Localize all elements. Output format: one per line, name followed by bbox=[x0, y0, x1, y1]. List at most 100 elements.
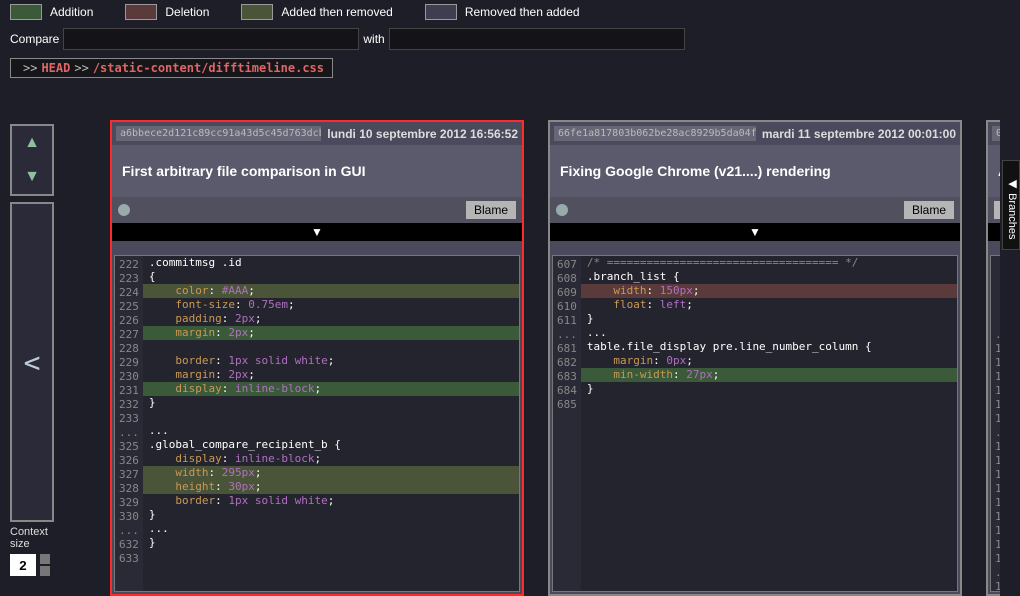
legend: Addition Deletion Added then removed Rem… bbox=[0, 0, 1020, 24]
meta-bar: Blame bbox=[112, 197, 522, 223]
nav-down-button[interactable]: ▼ bbox=[12, 160, 52, 194]
line-number: 224 bbox=[117, 286, 141, 300]
commits-scroller[interactable]: a6bbece2d121c89cc91a43d5c45d763dcbeaf248… bbox=[110, 120, 1000, 596]
code-line: .commitmsg .id bbox=[143, 256, 519, 270]
panel-header: 66fe1a817803b062be28ac8929b5da04fdf1440e… bbox=[550, 122, 960, 145]
breadcrumb: >> HEAD >> /static-content/difftimeline.… bbox=[10, 58, 333, 78]
expand-bar[interactable]: ▼ bbox=[988, 223, 1000, 241]
code-line bbox=[143, 340, 519, 354]
commit-title: Ac bbox=[988, 145, 1000, 197]
commit-sha[interactable]: 05bce bbox=[992, 126, 1000, 141]
compare-right-input[interactable] bbox=[389, 28, 685, 50]
swatch-removed-then-added bbox=[425, 4, 457, 20]
line-number: 92 bbox=[993, 272, 1000, 286]
code-line: ... bbox=[143, 424, 519, 438]
branches-tab-label: Branches bbox=[1006, 193, 1018, 239]
line-number: 95 bbox=[993, 314, 1000, 328]
code-line: ... bbox=[143, 522, 519, 536]
legend-addition: Addition bbox=[50, 5, 93, 19]
line-number: 610 bbox=[555, 300, 579, 314]
line-number: 325 bbox=[117, 440, 141, 454]
dot-icon bbox=[556, 204, 568, 216]
commit-title: First arbitrary file comparison in GUI bbox=[112, 145, 522, 197]
code-line: display: inline-block; bbox=[143, 452, 519, 466]
code-line bbox=[143, 550, 519, 564]
swatch-added-then-removed bbox=[241, 4, 273, 20]
code-line: min-width: 27px; bbox=[581, 368, 957, 382]
line-number: 223 bbox=[117, 272, 141, 286]
context-size-label: Context size bbox=[10, 526, 58, 550]
code-line: color: #AAA; bbox=[143, 284, 519, 298]
blame-button[interactable]: Blame bbox=[904, 201, 954, 219]
code-line: table.file_display pre.line_number_colum… bbox=[581, 340, 957, 354]
code-area: 9192939495...113114115116117118...120121… bbox=[990, 255, 1000, 592]
commit-panel[interactable]: a6bbece2d121c89cc91a43d5c45d763dcbeaf248… bbox=[110, 120, 524, 596]
line-number: 233 bbox=[117, 412, 141, 426]
line-number: 326 bbox=[117, 454, 141, 468]
minus-icon bbox=[40, 566, 50, 576]
line-number: 113 bbox=[993, 342, 1000, 356]
line-number: 125 bbox=[993, 510, 1000, 524]
context-size-input[interactable] bbox=[10, 554, 36, 576]
swatch-deletion bbox=[125, 4, 157, 20]
line-number: 117 bbox=[993, 398, 1000, 412]
meta-bar: Blame bbox=[550, 197, 960, 223]
breadcrumb-path[interactable]: /static-content/difftimeline.css bbox=[93, 61, 324, 75]
line-gutter: 9192939495...113114115116117118...120121… bbox=[991, 256, 1000, 591]
code-body: .commitmsg .id{ color: #AAA; font-size: … bbox=[143, 256, 519, 591]
branches-tab[interactable]: ◀ Branches bbox=[1002, 160, 1020, 250]
down-icon: ▼ bbox=[24, 168, 40, 186]
line-number: ... bbox=[993, 426, 1000, 440]
breadcrumb-ref[interactable]: HEAD bbox=[41, 61, 70, 75]
line-number: 115 bbox=[993, 370, 1000, 384]
line-number: 227 bbox=[117, 328, 141, 342]
line-number: 232 bbox=[117, 398, 141, 412]
commit-panel[interactable]: 05bceAcBlame▼9192939495...11311411511611… bbox=[986, 120, 1000, 596]
compare-label: Compare bbox=[10, 32, 59, 46]
line-number: 128 bbox=[993, 552, 1000, 566]
line-number: 127 bbox=[993, 538, 1000, 552]
line-number: 226 bbox=[117, 314, 141, 328]
line-number: 611 bbox=[555, 314, 579, 328]
commit-date: mardi 11 septembre 2012 00:01:00 bbox=[762, 127, 956, 141]
line-number: 230 bbox=[117, 370, 141, 384]
code-line: float: left; bbox=[581, 298, 957, 312]
line-number: 118 bbox=[993, 412, 1000, 426]
commit-sha[interactable]: a6bbece2d121c89cc91a43d5c45d763dcbeaf248 bbox=[116, 126, 321, 141]
line-number: 608 bbox=[555, 272, 579, 286]
compare-left-input[interactable] bbox=[63, 28, 359, 50]
line-number: 231 bbox=[117, 384, 141, 398]
code-line: } bbox=[581, 312, 957, 326]
code-line: width: 150px; bbox=[581, 284, 957, 298]
expand-bar[interactable]: ▼ bbox=[550, 223, 960, 241]
with-label: with bbox=[363, 32, 384, 46]
line-number: 329 bbox=[117, 496, 141, 510]
spacer bbox=[988, 241, 1000, 255]
blame-button[interactable]: Blame bbox=[994, 201, 1000, 219]
chevron-left-icon: < bbox=[24, 346, 41, 379]
legend-removed-then-added: Removed then added bbox=[465, 5, 580, 19]
legend-deletion: Deletion bbox=[165, 5, 209, 19]
line-number: 684 bbox=[555, 384, 579, 398]
commit-panel[interactable]: 66fe1a817803b062be28ac8929b5da04fdf1440e… bbox=[548, 120, 962, 596]
code-line: margin: 0px; bbox=[581, 354, 957, 368]
compare-bar: Compare with bbox=[0, 24, 1020, 54]
line-gutter: 222223224225226227228229230231232233...3… bbox=[115, 256, 143, 591]
code-line: width: 295px; bbox=[143, 466, 519, 480]
line-number: 124 bbox=[993, 496, 1000, 510]
line-number: 94 bbox=[993, 300, 1000, 314]
commit-sha[interactable]: 66fe1a817803b062be28ac8929b5da04fdf1440e bbox=[554, 126, 756, 141]
context-inc-dec[interactable] bbox=[40, 554, 50, 576]
line-number: 120 bbox=[993, 440, 1000, 454]
expand-bar[interactable]: ▼ bbox=[112, 223, 522, 241]
code-line: .branch_list { bbox=[581, 270, 957, 284]
line-number: 126 bbox=[993, 524, 1000, 538]
commit-title: Fixing Google Chrome (v21....) rendering bbox=[550, 145, 960, 197]
nav-up-button[interactable]: ▲ bbox=[12, 126, 52, 160]
prev-commit-button[interactable]: < bbox=[10, 202, 54, 522]
spacer bbox=[112, 241, 522, 255]
code-line: font-size: 0.75em; bbox=[143, 298, 519, 312]
blame-button[interactable]: Blame bbox=[466, 201, 516, 219]
code-line: ... bbox=[581, 326, 957, 340]
code-area: 222223224225226227228229230231232233...3… bbox=[114, 255, 520, 592]
